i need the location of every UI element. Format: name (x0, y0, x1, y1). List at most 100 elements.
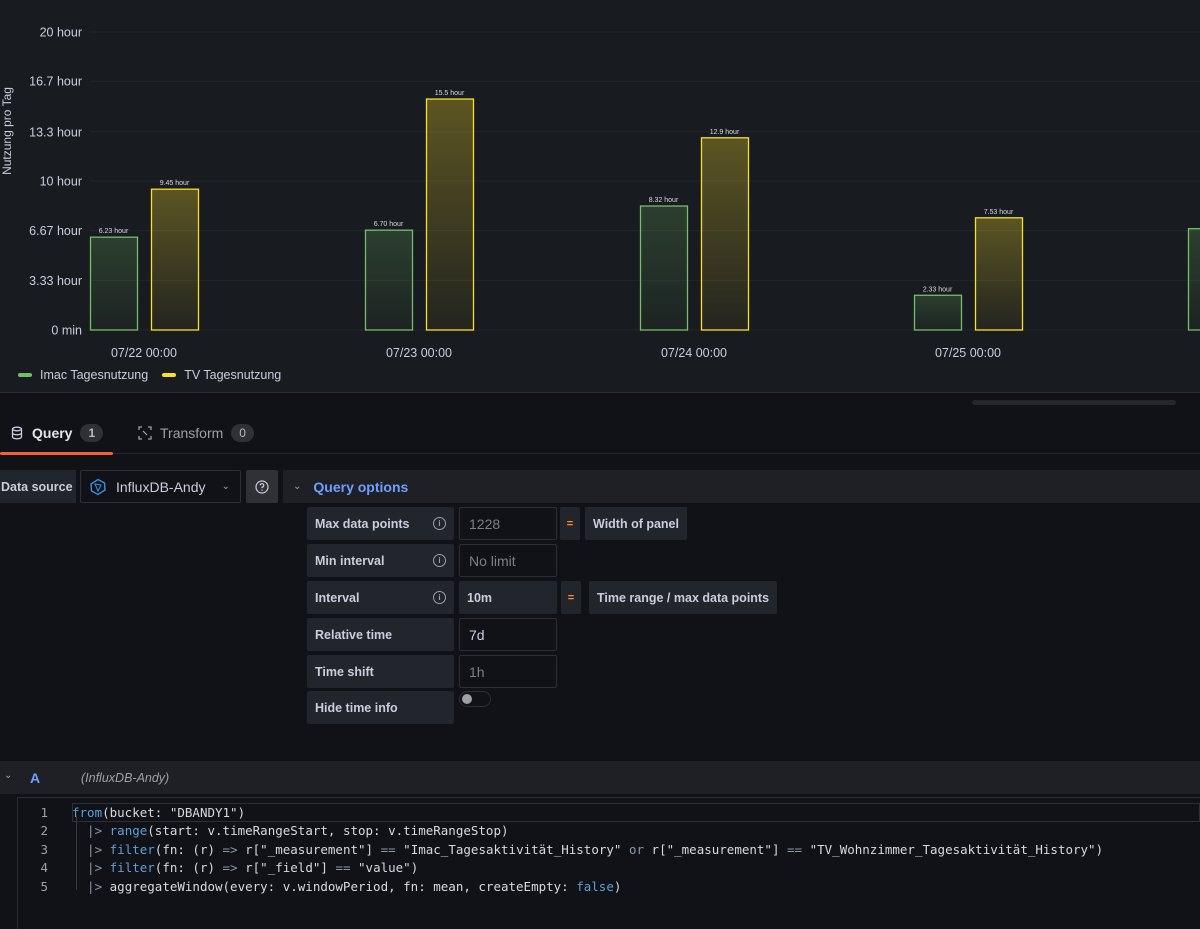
bar-tv (974, 217, 1024, 331)
datasource-help-button[interactable] (246, 470, 278, 503)
line-number: 2 (40, 823, 48, 839)
relative-time-input[interactable]: 7d (459, 618, 557, 651)
option-note: Width of panel (585, 507, 687, 540)
line-number: 3 (40, 841, 48, 857)
bar-chart: 0 min 3.33 hour 6.67 hour 10 hour 13.3 hour 1… (0, 26, 1200, 360)
tab-label: Transform (160, 424, 224, 441)
x-tick-label: 07/23 00:00 (386, 346, 452, 360)
code-line[interactable]: 4 |> filter(fn: (r) => r["_field"] == "v… (18, 859, 1200, 878)
query-datasource: (InfluxDB-Andy) (81, 770, 170, 785)
y-tick-label: 16.7 hour (29, 75, 82, 89)
max-data-points-input[interactable]: 1228 (459, 507, 557, 540)
code-line[interactable]: 2 |> range(start: v.timeRangeStart, stop… (18, 822, 1200, 841)
option-label: Max data points i (307, 507, 454, 540)
bar-value-label: 15.5 hour (435, 90, 465, 97)
bar-value-label: 8.32 hour (649, 197, 679, 204)
code-text: from(bucket: "DBANDY1") (72, 804, 246, 820)
option-label: Min interval i (307, 544, 454, 577)
datasource-name: InfluxDB-Andy (116, 478, 206, 495)
y-axis-label: Nutzung pro Tag (0, 87, 14, 175)
bar-value-label: 6.70 hour (374, 221, 404, 228)
code-line[interactable]: 1 from(bucket: "DBANDY1") (18, 803, 1200, 822)
line-number: 5 (40, 878, 48, 894)
query-count-badge: 1 (80, 423, 104, 442)
code-text: |> range(start: v.timeRangeStart, stop: … (72, 823, 509, 839)
transform-icon (138, 425, 152, 440)
query-header-a[interactable]: ⌄ A (InfluxDB-Andy) (0, 761, 1200, 794)
option-label: Time shift (307, 655, 454, 688)
code-line[interactable]: 3 |> filter(fn: (r) => r["_measurement"]… (18, 840, 1200, 859)
legend-item-imac[interactable]: Imac Tagesnutzung (18, 368, 148, 382)
influxdb-icon (90, 478, 106, 495)
bar-value-label: 2.33 hour (923, 286, 953, 293)
code-line[interactable]: 5 |> aggregateWindow(every: v.windowPeri… (18, 877, 1200, 896)
query-toolbar: Data source InfluxDB-Andy ⌄ ⌄ Query opti… (0, 470, 1200, 503)
datasource-picker[interactable]: InfluxDB-Andy ⌄ (80, 470, 241, 503)
datasource-label: Data source (0, 470, 76, 503)
legend: Imac Tagesnutzung TV Tagesnutzung (18, 368, 281, 382)
line-number: 1 (40, 804, 48, 820)
toggle-knob (462, 694, 472, 704)
bar-imac (1187, 228, 1200, 331)
code-text: |> filter(fn: (r) => r["_measurement"] =… (72, 841, 1104, 857)
hide-time-info-toggle[interactable] (459, 691, 491, 707)
bar-value-label: 12.9 hour (710, 129, 740, 136)
interval-value: 10m (459, 581, 557, 614)
y-tick-label: 3.33 hour (29, 274, 82, 288)
info-icon[interactable]: i (433, 517, 446, 530)
collapse-chevron-icon[interactable]: ⌄ (4, 770, 12, 781)
horizontal-scrollbar[interactable] (972, 400, 1176, 405)
transform-count-badge: 0 (231, 423, 254, 442)
query-options-title: Query options (313, 478, 409, 495)
bar-value-label: 7.53 hour (984, 209, 1014, 216)
info-icon[interactable]: i (433, 591, 446, 604)
graph-panel: 0 min 3.33 hour 6.67 hour 10 hour 13.3 hour 1… (0, 0, 1200, 393)
editor-tabs: Query 1 Transform 0 (0, 412, 1200, 455)
info-icon[interactable]: i (433, 554, 446, 567)
min-interval-input[interactable]: No limit (459, 544, 557, 577)
query-options-toggle[interactable]: ⌄ Query options (283, 470, 1200, 503)
bar-value-label: 6.23 hour (99, 228, 129, 235)
time-shift-input[interactable]: 1h (459, 655, 557, 688)
legend-label: Imac Tagesnutzung (40, 368, 149, 382)
database-icon (11, 426, 23, 439)
bar-imac (639, 205, 689, 331)
bar-tv (150, 188, 200, 331)
bar-imac (913, 294, 963, 331)
bar-imac (89, 236, 139, 331)
line-number: 4 (40, 860, 48, 876)
option-label: Hide time info (307, 691, 454, 724)
bar-tv (425, 98, 475, 331)
x-tick-label: 07/25 00:00 (935, 346, 1001, 360)
y-tick-label: 6.67 hour (29, 224, 82, 238)
tab-label: Query (32, 424, 73, 441)
x-tick-label: 07/24 00:00 (661, 346, 727, 360)
chevron-down-icon: ⌄ (221, 481, 230, 492)
equals-sign: = (561, 581, 581, 614)
y-tick-label: 10 hour (40, 175, 82, 189)
label-text: Max data points (315, 516, 410, 531)
option-note: Time range / max data points (589, 581, 778, 614)
flux-code-editor[interactable]: 1 from(bucket: "DBANDY1") 2 |> range(start… (17, 797, 1200, 929)
label-text: Min interval (315, 553, 385, 568)
legend-swatch-tv (162, 373, 177, 377)
option-label: Relative time (307, 618, 454, 651)
tab-query[interactable]: Query 1 (0, 412, 114, 455)
legend-swatch-imac (18, 373, 32, 377)
query-ref-id[interactable]: A (30, 770, 40, 786)
x-tick-label: 07/22 00:00 (111, 346, 177, 360)
bar-tv (700, 137, 750, 331)
code-text: |> filter(fn: (r) => r["_field"] == "val… (72, 860, 419, 876)
bar-value-label: 9.45 hour (160, 180, 190, 187)
option-label: Interval i (307, 581, 454, 614)
equals-sign: = (560, 507, 580, 540)
question-circle-icon (255, 479, 269, 494)
legend-item-tv[interactable]: TV Tagesnutzung (162, 368, 281, 382)
legend-label: TV Tagesnutzung (184, 368, 282, 382)
chevron-down-icon: ⌄ (293, 481, 302, 492)
tab-transform[interactable]: Transform 0 (128, 412, 264, 453)
code-text: |> aggregateWindow(every: v.windowPeriod… (72, 878, 622, 894)
y-tick-label: 13.3 hour (29, 125, 82, 139)
label-text: Interval (315, 590, 360, 605)
bar-imac (364, 229, 414, 331)
